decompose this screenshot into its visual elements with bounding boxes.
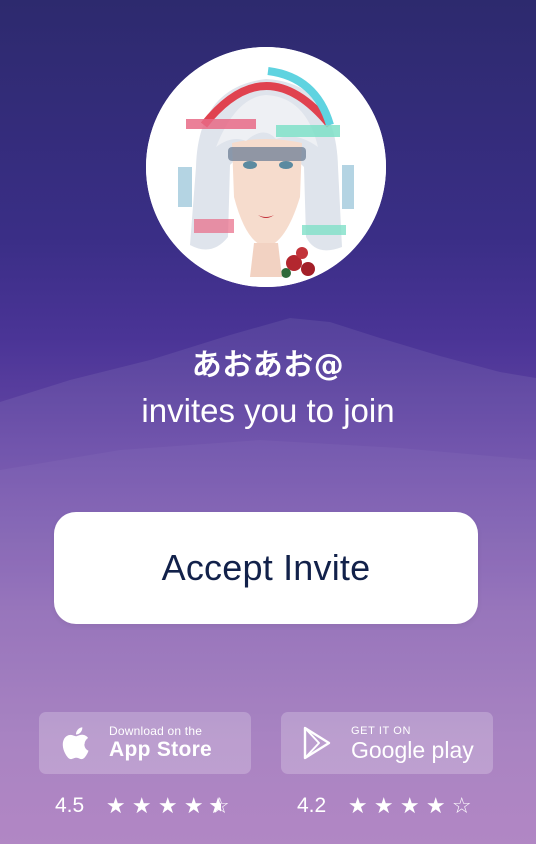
star-empty-icon: ☆: [451, 793, 475, 819]
google-play-small-text: GET IT ON: [351, 725, 412, 737]
play-triangle-icon: [295, 721, 339, 765]
google-play-rating: 4.2 ★ ★ ★ ★ ☆: [297, 791, 476, 821]
star-full-icon: ★: [157, 793, 181, 819]
app-store-rating: 4.5 ★ ★ ★ ★ ☆ ★: [55, 791, 234, 821]
invite-subtitle: invites you to join: [141, 392, 395, 429]
star-full-icon: ★: [373, 793, 397, 819]
accept-invite-label: Accept Invite: [161, 547, 371, 588]
inviter-name: あおあお@: [191, 348, 345, 383]
star-full-icon: ★: [347, 793, 371, 819]
app-store-big-text: App Store: [109, 738, 213, 761]
accept-invite-button[interactable]: Accept Invite: [54, 512, 478, 624]
star-full-icon: ★: [399, 793, 423, 819]
apple-icon: [53, 721, 97, 765]
google-play-badge[interactable]: GET IT ON Google play: [281, 712, 493, 774]
app-store-badge[interactable]: Download on the App Store: [39, 712, 251, 774]
app-store-small-text: Download on the: [109, 724, 203, 738]
star-full-icon: ★: [105, 793, 129, 819]
app-store-rating-value: 4.5: [55, 794, 85, 817]
star-full-icon: ★: [183, 793, 207, 819]
google-play-stars: ★ ★ ★ ★ ☆: [346, 794, 476, 819]
inviter-avatar: [146, 47, 386, 287]
google-play-big-text: Google play: [351, 737, 474, 763]
star-full-icon: ★: [131, 793, 155, 819]
star-half-icon: ☆ ★: [208, 793, 233, 819]
google-play-rating-value: 4.2: [297, 794, 327, 817]
avatar-illustration: [146, 47, 386, 287]
app-store-stars: ★ ★ ★ ★ ☆ ★: [104, 794, 234, 819]
star-full-icon: ★: [425, 793, 449, 819]
